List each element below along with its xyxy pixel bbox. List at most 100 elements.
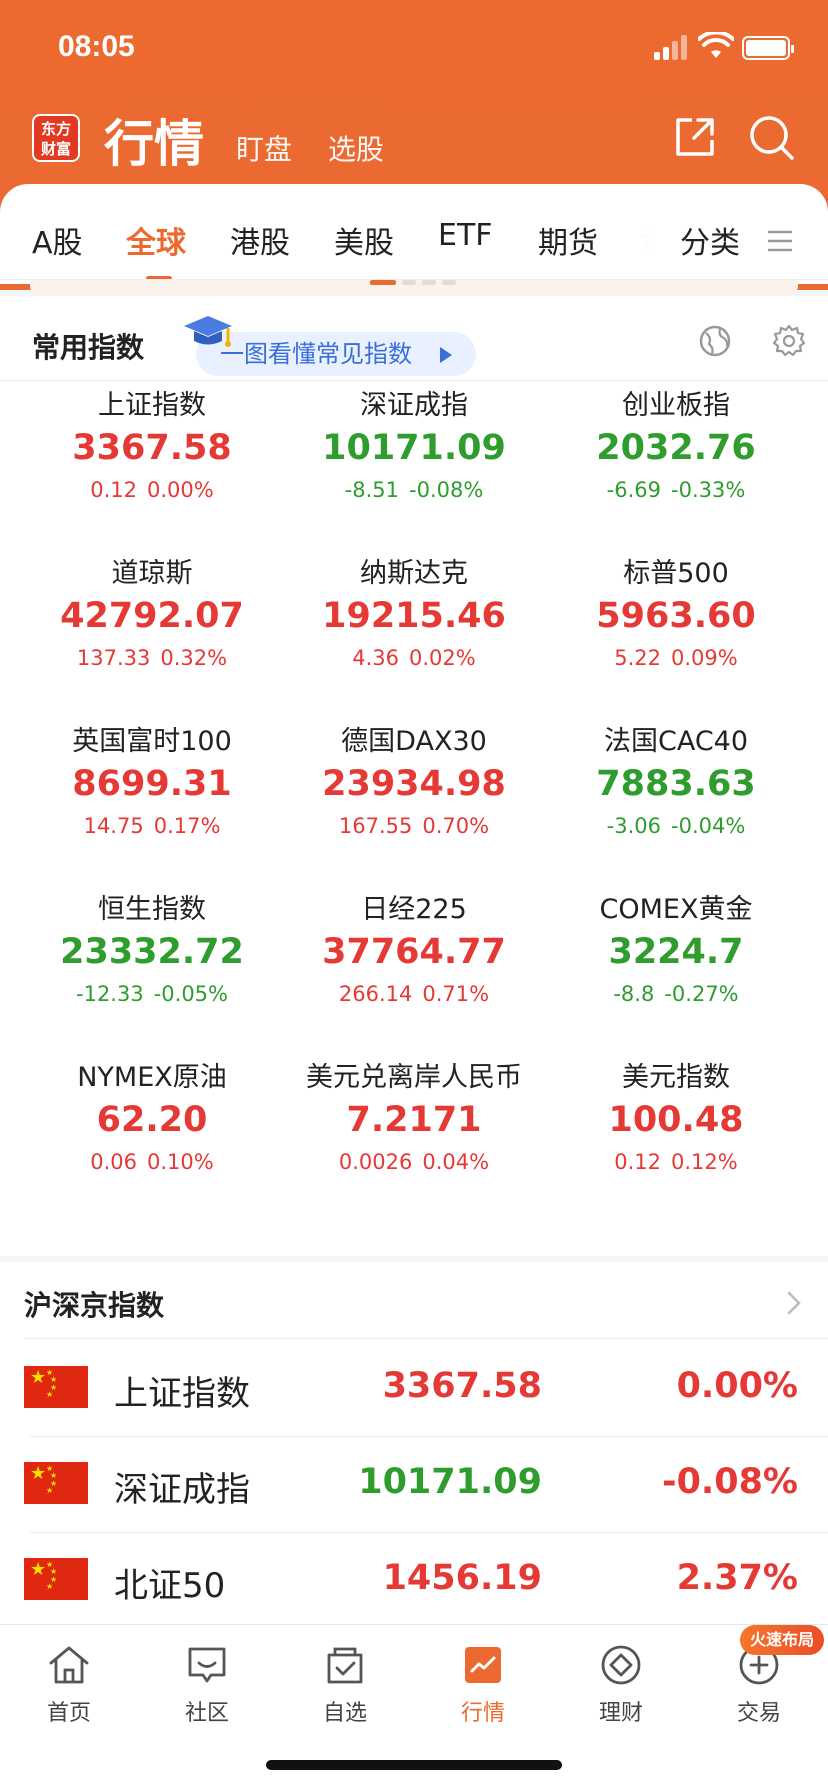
gear-icon[interactable] (772, 324, 806, 358)
table-row[interactable]: ★ ★ ★ ★ ★ 深证成指 10171.09 -0.08% (0, 1436, 828, 1532)
change-value: -8.51 (344, 478, 400, 502)
index-card[interactable]: 德国DAX30 23934.98 167.55 0.70% (284, 722, 544, 842)
guide-label: 一图看懂常见指数 (220, 340, 412, 368)
index-name: 道琼斯 (111, 558, 193, 589)
row-pct: 2.37% (676, 1558, 798, 1598)
change-pct: 0.71% (422, 982, 490, 1006)
common-indices-section: 常用指数 一图看懂常见指数 上证指数 3367.58 0.12 0.00% 深证成… (0, 296, 828, 1256)
change-pct: 0.09% (671, 646, 738, 670)
cellular-signal-icon (654, 34, 690, 60)
change-pct: 0.12% (671, 1150, 738, 1174)
row-pct: -0.08% (662, 1462, 798, 1502)
change-value: 0.12 (90, 478, 138, 502)
change-pct: -0.08% (409, 478, 484, 502)
index-change: -8.8 -0.27% (546, 978, 806, 1010)
index-card[interactable]: 创业板指 2032.76 -6.69 -0.33% (546, 386, 806, 506)
nav-wealth[interactable]: 理财 (552, 1635, 690, 1727)
share-icon[interactable] (672, 114, 718, 160)
change-value: -12.33 (76, 982, 144, 1006)
index-change: 0.12 0.00% (22, 474, 282, 506)
change-pct: 0.70% (422, 814, 490, 838)
menu-icon[interactable] (768, 229, 792, 253)
index-card[interactable]: 上证指数 3367.58 0.12 0.00% (22, 386, 282, 506)
play-arrow-icon (440, 347, 452, 363)
index-name: 纳斯达克 (360, 558, 468, 589)
index-price: 62.20 (96, 1100, 208, 1140)
change-pct: 0.00% (147, 478, 214, 502)
index-change: -6.69 -0.33% (546, 474, 806, 506)
tab-stock-picker[interactable]: 选股 (328, 128, 384, 168)
tab-etf[interactable]: ETF (438, 218, 493, 253)
table-row[interactable]: ★ ★ ★ ★ ★ 北证50 1456.19 2.37% (0, 1532, 828, 1628)
index-card[interactable]: 日经225 37764.77 266.14 0.71% (284, 890, 544, 1010)
change-pct: 0.02% (409, 646, 476, 670)
index-name: 美元兑离岸人民币 (306, 1062, 522, 1093)
tab-fade (600, 190, 670, 270)
index-name: 日经225 (361, 894, 467, 925)
change-value: -3.06 (606, 814, 662, 838)
tab-a-share[interactable]: A股 (32, 218, 83, 262)
tab-watch[interactable]: 盯盘 (236, 128, 292, 168)
index-name: 标普500 (623, 558, 729, 589)
index-card[interactable]: 美元指数 100.48 0.12 0.12% (546, 1058, 806, 1178)
index-change: 14.75 0.17% (22, 810, 282, 842)
index-price: 42792.07 (60, 596, 244, 636)
nav-home[interactable]: 首页 (0, 1635, 138, 1727)
row-price: 1456.19 (382, 1558, 542, 1598)
table-row[interactable]: ★ ★ ★ ★ ★ 上证指数 3367.58 0.00% (0, 1340, 828, 1436)
change-value: 167.55 (338, 814, 413, 838)
chevron-right-icon[interactable] (786, 1290, 802, 1316)
change-pct: -0.05% (153, 982, 228, 1006)
promo-badge[interactable]: 火速布局 (740, 1625, 824, 1655)
index-price: 19215.46 (322, 596, 506, 636)
index-name: 创业板指 (622, 390, 730, 421)
index-card[interactable]: COMEX黄金 3224.7 -8.8 -0.27% (546, 890, 806, 1010)
change-value: 0.0026 (338, 1150, 413, 1174)
index-card[interactable]: 标普500 5963.60 5.22 0.09% (546, 554, 806, 674)
index-name: 美元指数 (622, 1062, 730, 1093)
hs-indices-section: 沪深京指数 ★ ★ ★ ★ ★ 上证指数 3367.58 0.00% ★ ★ ★… (0, 1262, 828, 1624)
nav-community[interactable]: 社区 (138, 1635, 276, 1727)
page-title[interactable]: 行情 (104, 104, 204, 176)
globe-icon[interactable] (698, 324, 732, 358)
index-card[interactable]: NYMEX原油 62.20 0.06 0.10% (22, 1058, 282, 1178)
banner-pager (370, 280, 460, 286)
tab-category[interactable]: 分类 (680, 218, 740, 262)
tab-futures[interactable]: 期货 (538, 218, 598, 262)
section-divider (0, 380, 828, 381)
tab-hk[interactable]: 港股 (230, 218, 290, 262)
search-icon[interactable] (748, 114, 796, 162)
section-title[interactable]: 沪深京指数 (24, 1284, 164, 1324)
nav-label: 社区 (184, 1701, 229, 1726)
change-value: 0.12 (614, 1150, 662, 1174)
index-card[interactable]: 法国CAC40 7883.63 -3.06 -0.04% (546, 722, 806, 842)
checkbox-icon (327, 1647, 363, 1684)
wifi-icon (698, 32, 734, 58)
index-card[interactable]: 深证成指 10171.09 -8.51 -0.08% (284, 386, 544, 506)
status-time: 08:05 (58, 30, 135, 63)
index-name: 英国富时100 (72, 726, 232, 757)
section-title: 常用指数 (32, 331, 145, 364)
index-guide-button[interactable]: 一图看懂常见指数 (196, 332, 476, 376)
market-chart-icon (465, 1647, 501, 1683)
nav-watchlist[interactable]: 自选 (276, 1635, 414, 1727)
index-price: 2032.76 (596, 428, 756, 468)
index-change: 0.06 0.10% (22, 1146, 282, 1178)
change-pct: 0.10% (147, 1150, 214, 1174)
row-name: 北证50 (114, 1566, 226, 1606)
graduation-cap-icon (184, 316, 232, 347)
index-price: 5963.60 (596, 596, 756, 636)
nav-market[interactable]: 行情 (414, 1635, 552, 1727)
index-card[interactable]: 美元兑离岸人民币 7.2171 0.0026 0.04% (284, 1058, 544, 1178)
tab-us[interactable]: 美股 (334, 218, 394, 262)
row-price: 3367.58 (382, 1366, 542, 1406)
index-card[interactable]: 英国富时100 8699.31 14.75 0.17% (22, 722, 282, 842)
index-card[interactable]: 纳斯达克 19215.46 4.36 0.02% (284, 554, 544, 674)
index-name: NYMEX原油 (77, 1062, 227, 1093)
change-pct: -0.33% (671, 478, 746, 502)
tab-global[interactable]: 全球 (126, 218, 186, 262)
index-card[interactable]: 道琼斯 42792.07 137.33 0.32% (22, 554, 282, 674)
index-change: -12.33 -0.05% (22, 978, 282, 1010)
index-card[interactable]: 恒生指数 23332.72 -12.33 -0.05% (22, 890, 282, 1010)
index-price: 23934.98 (322, 764, 506, 804)
